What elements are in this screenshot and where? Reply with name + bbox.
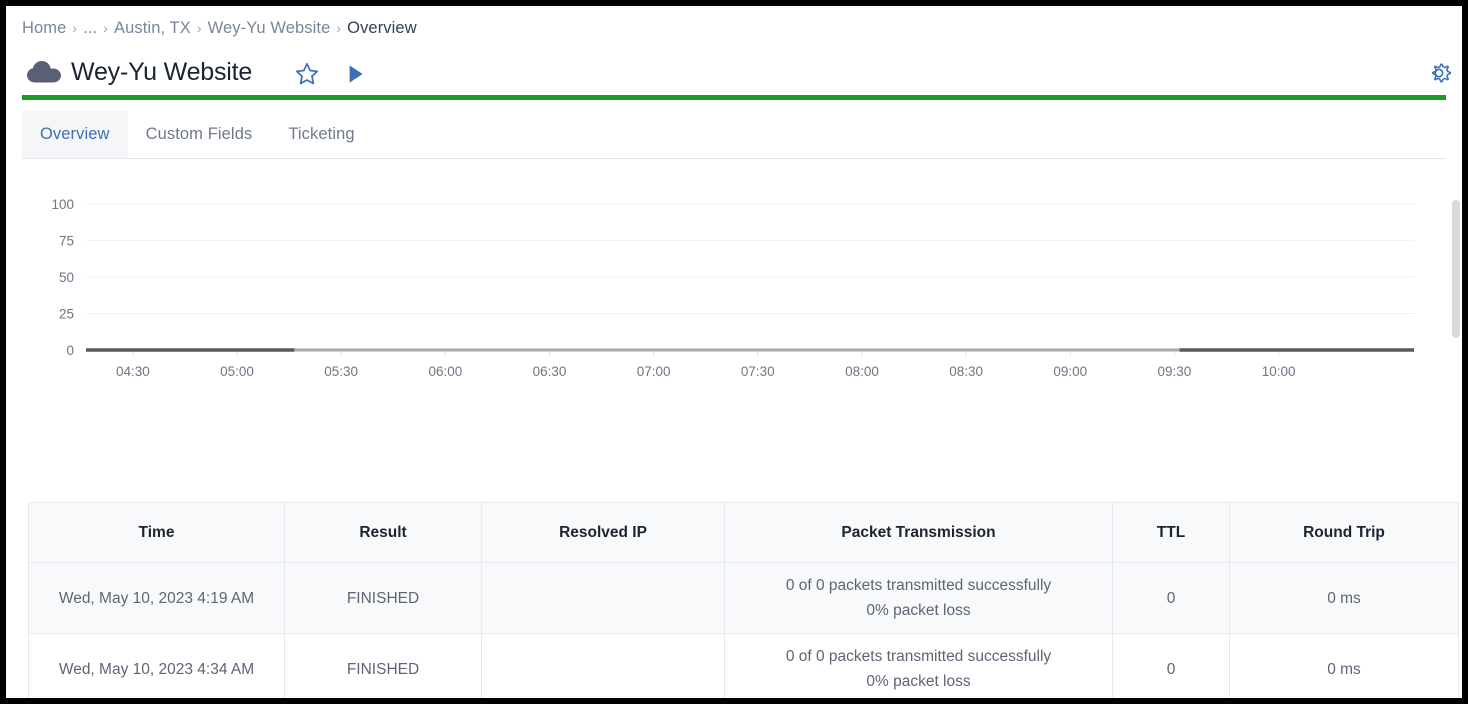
- svg-text:07:00: 07:00: [637, 364, 671, 379]
- svg-text:09:00: 09:00: [1053, 364, 1087, 379]
- content-scrollbar[interactable]: [1450, 162, 1462, 492]
- cell-result: FINISHED: [285, 563, 482, 634]
- packet-line-2: 0% packet loss: [733, 669, 1104, 694]
- svg-text:25: 25: [59, 307, 74, 322]
- chart-gridlines: [86, 204, 1414, 350]
- column-header-round-trip[interactable]: Round Trip: [1230, 503, 1459, 563]
- results-table: Time Result Resolved IP Packet Transmiss…: [28, 502, 1459, 698]
- svg-text:08:00: 08:00: [845, 364, 879, 379]
- table-body: Wed, May 10, 2023 4:19 AM FINISHED 0 of …: [29, 563, 1459, 699]
- column-header-result[interactable]: Result: [285, 503, 482, 563]
- svg-text:05:30: 05:30: [324, 364, 358, 379]
- breadcrumb: Home › ... › Austin, TX › Wey-Yu Website…: [22, 15, 417, 41]
- breadcrumb-item-ellipsis[interactable]: ...: [83, 19, 97, 38]
- table-row[interactable]: Wed, May 10, 2023 4:19 AM FINISHED 0 of …: [29, 563, 1459, 634]
- column-header-resolved-ip[interactable]: Resolved IP: [482, 503, 725, 563]
- breadcrumb-item-wey-yu-website[interactable]: Wey-Yu Website: [208, 19, 331, 38]
- column-header-time[interactable]: Time: [29, 503, 285, 563]
- page-header: Wey-Yu Website: [6, 48, 1462, 96]
- gear-icon[interactable]: [1426, 60, 1452, 86]
- column-header-ttl[interactable]: TTL: [1113, 503, 1230, 563]
- cell-ttl: 0: [1113, 563, 1230, 634]
- svg-text:100: 100: [51, 197, 74, 212]
- results-table-container: Time Result Resolved IP Packet Transmiss…: [28, 502, 1458, 698]
- svg-text:04:30: 04:30: [116, 364, 150, 379]
- play-icon[interactable]: [342, 61, 368, 87]
- svg-text:07:30: 07:30: [741, 364, 775, 379]
- svg-text:09:30: 09:30: [1158, 364, 1192, 379]
- svg-text:06:00: 06:00: [428, 364, 462, 379]
- cell-time: Wed, May 10, 2023 4:34 AM: [29, 634, 285, 699]
- tab-ticketing[interactable]: Ticketing: [270, 111, 372, 158]
- cell-result: FINISHED: [285, 634, 482, 699]
- cell-resolved-ip: [482, 634, 725, 699]
- packet-line-1: 0 of 0 packets transmitted successfully: [733, 573, 1104, 598]
- svg-text:06:30: 06:30: [533, 364, 567, 379]
- tab-custom-fields[interactable]: Custom Fields: [128, 111, 271, 158]
- breadcrumb-separator-icon: ›: [336, 20, 341, 36]
- tab-overview[interactable]: Overview: [22, 111, 128, 158]
- table-row[interactable]: Wed, May 10, 2023 4:34 AM FINISHED 0 of …: [29, 634, 1459, 699]
- scrollbar-thumb[interactable]: [1452, 200, 1460, 338]
- cell-round-trip: 0 ms: [1230, 563, 1459, 634]
- breadcrumb-item-austin-tx[interactable]: Austin, TX: [114, 19, 191, 38]
- table-header: Time Result Resolved IP Packet Transmiss…: [29, 503, 1459, 563]
- breadcrumb-item-overview: Overview: [347, 19, 417, 38]
- page-root: Home › ... › Austin, TX › Wey-Yu Website…: [6, 6, 1462, 698]
- svg-text:08:30: 08:30: [949, 364, 983, 379]
- svg-text:05:00: 05:00: [220, 364, 254, 379]
- svg-text:0: 0: [66, 343, 74, 358]
- cell-packet-transmission: 0 of 0 packets transmitted successfully …: [725, 563, 1113, 634]
- star-outline-icon[interactable]: [294, 61, 320, 87]
- breadcrumb-separator-icon: ›: [197, 20, 202, 36]
- table-header-row: Time Result Resolved IP Packet Transmiss…: [29, 503, 1459, 563]
- breadcrumb-item-home[interactable]: Home: [22, 19, 66, 38]
- chart-x-axis: 04:30 05:00 05:30 06:00 06:30 07:00 07:30 08:00…: [116, 350, 1296, 379]
- column-header-packet-transmission[interactable]: Packet Transmission: [725, 503, 1113, 563]
- svg-text:10:00: 10:00: [1262, 364, 1296, 379]
- chart-y-axis: 0 25 50 75 100: [51, 197, 74, 358]
- cell-packet-transmission: 0 of 0 packets transmitted successfully …: [725, 634, 1113, 699]
- cloud-icon: [26, 60, 62, 84]
- svg-text:50: 50: [59, 270, 74, 285]
- svg-text:75: 75: [59, 234, 74, 249]
- cell-resolved-ip: [482, 563, 725, 634]
- breadcrumb-separator-icon: ›: [103, 20, 108, 36]
- tab-bar: Overview Custom Fields Ticketing: [22, 111, 1446, 159]
- page-title: Wey-Yu Website: [71, 54, 252, 90]
- round-trip-chart[interactable]: 0 25 50 75 100 04:30 05:00 05:30 06:00 06:30 07:0…: [22, 160, 1446, 490]
- packet-line-1: 0 of 0 packets transmitted successfully: [733, 644, 1104, 669]
- cell-round-trip: 0 ms: [1230, 634, 1459, 699]
- status-health-bar: [22, 95, 1446, 100]
- cell-time: Wed, May 10, 2023 4:19 AM: [29, 563, 285, 634]
- packet-line-2: 0% packet loss: [733, 598, 1104, 623]
- chart-svg: 0 25 50 75 100 04:30 05:00 05:30 06:00 06:30 07:0…: [22, 160, 1446, 490]
- breadcrumb-separator-icon: ›: [72, 20, 77, 36]
- cell-ttl: 0: [1113, 634, 1230, 699]
